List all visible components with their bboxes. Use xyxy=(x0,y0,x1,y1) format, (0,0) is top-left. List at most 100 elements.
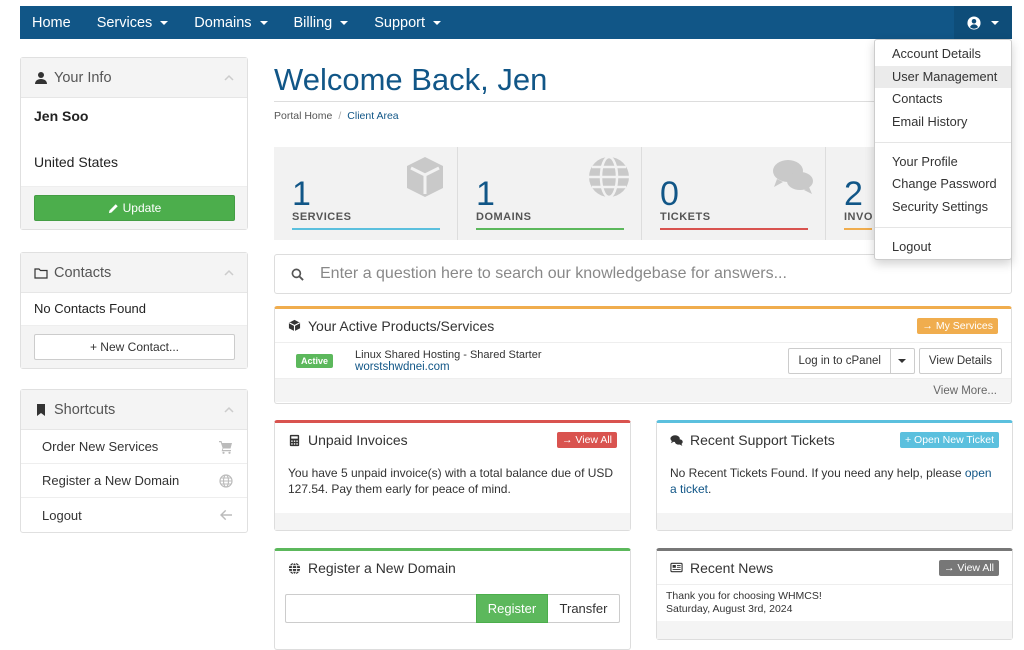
user-circle-icon xyxy=(967,15,981,30)
stat-tiles: 1 SERVICES 1 DOMAINS 0 TICKETS 2 INVO xyxy=(274,147,874,240)
active-products-card: Your Active Products/Services → My Servi… xyxy=(274,306,1012,404)
nav-domains-label: Domains xyxy=(194,14,252,31)
tile-domains[interactable]: 1 DOMAINS xyxy=(458,147,642,240)
nav-billing[interactable]: Billing xyxy=(281,6,362,39)
services-count: 1 xyxy=(292,175,311,213)
nav-support[interactable]: Support xyxy=(361,6,454,39)
account-dropdown-menu: Account Details User Management Contacts… xyxy=(874,39,1012,260)
card-footer xyxy=(657,621,1012,639)
shortcut-order-new-services[interactable]: Order New Services xyxy=(21,430,247,464)
register-button[interactable]: Register xyxy=(476,594,548,623)
menu-item-account-details[interactable]: Account Details xyxy=(875,43,1011,66)
domain-input[interactable] xyxy=(285,594,476,623)
menu-item-user-management[interactable]: User Management xyxy=(875,65,1011,89)
tickets-label: TICKETS xyxy=(660,211,711,223)
contacts-header[interactable]: Contacts xyxy=(21,253,247,293)
chevron-down-icon xyxy=(433,20,441,25)
view-details-button[interactable]: View Details xyxy=(918,347,1002,374)
nav-services[interactable]: Services xyxy=(84,6,182,39)
card-title: Unpaid Invoices xyxy=(308,432,408,448)
invoices-label: INVO xyxy=(844,211,872,223)
recent-news-card: Recent News → View All Thank you for cho… xyxy=(656,548,1013,640)
unpaid-invoices-card: Unpaid Invoices → View All You have 5 un… xyxy=(274,420,631,531)
service-name: Linux Shared Hosting - Shared Starter xyxy=(355,348,542,361)
support-tickets-card: Recent Support Tickets + Open New Ticket… xyxy=(656,420,1013,531)
domain-search-form: Register Transfer xyxy=(285,594,620,623)
shortcuts-panel: Shortcuts Order New Services Register a … xyxy=(20,389,248,533)
new-contact-button[interactable]: + New Contact... xyxy=(34,334,235,360)
view-all-invoices-button[interactable]: → View All xyxy=(557,432,617,448)
arrow-left-icon xyxy=(220,509,232,521)
menu-item-change-password[interactable]: Change Password xyxy=(875,173,1011,196)
shortcut-register-domain[interactable]: Register a New Domain xyxy=(21,464,247,498)
tile-invoices[interactable]: 2 INVO xyxy=(826,147,872,240)
breadcrumb-current[interactable]: Client Area xyxy=(347,110,398,122)
pencil-icon xyxy=(108,203,118,213)
chevron-up-icon[interactable] xyxy=(224,405,234,415)
view-more-link[interactable]: View More... xyxy=(275,379,1011,402)
menu-item-security-settings[interactable]: Security Settings xyxy=(875,196,1011,219)
user-icon xyxy=(35,71,47,84)
news-item[interactable]: Thank you for choosing WHMCS! Saturday, … xyxy=(657,585,1012,621)
card-header: Unpaid Invoices → View All xyxy=(275,423,630,457)
globe-icon xyxy=(589,155,629,199)
breadcrumb-separator: / xyxy=(338,110,342,122)
panel-footer: Update xyxy=(21,186,247,229)
login-cpanel-button[interactable]: Log in to cPanel xyxy=(788,347,891,374)
account-menu-toggle[interactable] xyxy=(954,6,1012,39)
shortcut-label: Logout xyxy=(42,507,82,523)
menu-divider xyxy=(875,226,1011,228)
my-services-button[interactable]: → My Services xyxy=(917,317,998,334)
bookmark-icon xyxy=(37,403,45,416)
update-button[interactable]: Update xyxy=(34,195,235,221)
your-info-header[interactable]: Your Info xyxy=(21,58,247,98)
invoices-message: You have 5 unpaid invoice(s) with a tota… xyxy=(288,466,614,496)
card-header: Recent News → View All xyxy=(657,551,1012,585)
kb-search-input[interactable]: Enter a question here to search our know… xyxy=(274,254,1012,294)
chevron-up-icon[interactable] xyxy=(224,73,234,83)
tickets-message-end: . xyxy=(708,482,712,496)
login-options-dropdown[interactable] xyxy=(890,347,915,374)
chevron-up-icon[interactable] xyxy=(224,268,234,278)
service-info: Linux Shared Hosting - Shared Starter wo… xyxy=(355,349,542,373)
panel-title: Your Info xyxy=(54,69,112,86)
title-divider xyxy=(274,101,874,102)
folder-icon xyxy=(34,267,48,279)
tile-services[interactable]: 1 SERVICES xyxy=(274,147,458,240)
breadcrumb-home[interactable]: Portal Home xyxy=(274,110,332,122)
domains-accent-bar xyxy=(476,228,624,230)
nav-home[interactable]: Home xyxy=(20,6,84,39)
news-headline: Thank you for choosing WHMCS! xyxy=(666,590,822,602)
menu-item-contacts[interactable]: Contacts xyxy=(875,88,1011,111)
menu-item-logout[interactable]: Logout xyxy=(875,236,1011,259)
shortcut-label: Order New Services xyxy=(42,439,159,454)
panel-title: Contacts xyxy=(54,264,112,281)
nav-domains[interactable]: Domains xyxy=(181,6,280,39)
register-domain-card: Register a New Domain Register Transfer xyxy=(274,548,631,650)
menu-item-your-profile[interactable]: Your Profile xyxy=(875,151,1011,174)
invoices-count: 2 xyxy=(844,175,863,213)
menu-divider xyxy=(875,141,1011,143)
globe-icon xyxy=(288,561,301,575)
card-header: Recent Support Tickets + Open New Ticket xyxy=(657,423,1012,457)
service-actions: Log in to cPanel View Details xyxy=(788,347,1002,374)
open-new-ticket-button[interactable]: + Open New Ticket xyxy=(900,432,999,448)
shortcuts-header[interactable]: Shortcuts xyxy=(21,390,247,430)
view-more-label: View More... xyxy=(933,384,997,397)
tickets-message: No Recent Tickets Found. If you need any… xyxy=(657,457,1012,505)
view-all-news-button[interactable]: → View All xyxy=(939,559,999,576)
status-badge: Active xyxy=(296,353,334,368)
comments-icon xyxy=(670,434,683,446)
tile-tickets[interactable]: 0 TICKETS xyxy=(642,147,826,240)
chevron-down-icon xyxy=(259,20,268,25)
service-domain-link[interactable]: worstshwdnei.com xyxy=(355,361,542,373)
service-row: Active Linux Shared Hosting - Shared Sta… xyxy=(275,343,1011,379)
shortcut-logout[interactable]: Logout xyxy=(21,498,247,532)
domains-count: 1 xyxy=(476,175,495,213)
shortcut-label: Register a New Domain xyxy=(42,473,180,488)
page-title: Welcome Back, Jen xyxy=(274,62,548,97)
transfer-button[interactable]: Transfer xyxy=(548,594,620,623)
newspaper-icon xyxy=(670,562,683,573)
client-name: Jen Soo xyxy=(34,108,89,124)
menu-item-email-history[interactable]: Email History xyxy=(875,111,1011,134)
